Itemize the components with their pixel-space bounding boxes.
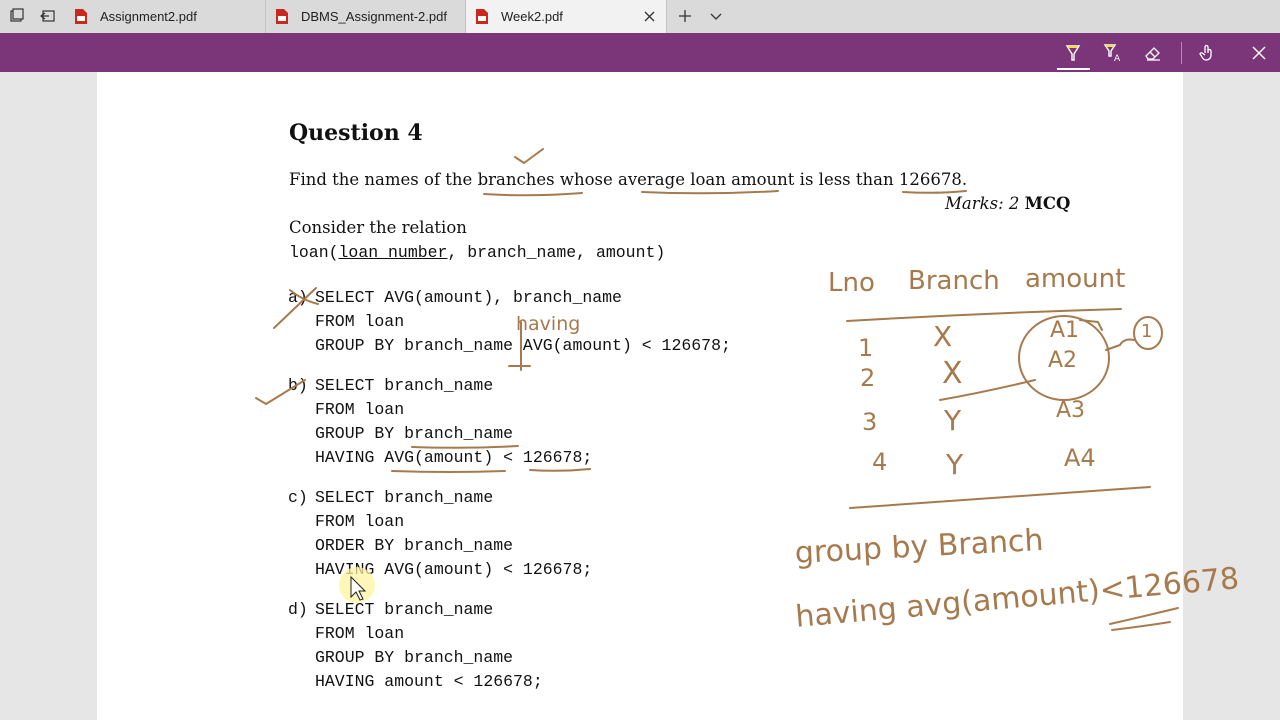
handwritten-header-amount: amount [1025,264,1126,294]
new-tab-icon[interactable] [677,8,693,24]
option-line: SELECT AVG(amount), branch_name [315,288,622,307]
option-line: SELECT branch_name [315,488,494,507]
handwritten-cell: A4 [1064,444,1096,472]
relation-schema: loan(loan_number, branch_name, amount) [289,243,666,262]
option-line: GROUP BY branch_name [315,648,514,667]
ink-toolbar: A [0,33,1280,72]
pdf-file-icon [75,9,87,24]
eraser-icon[interactable] [1143,43,1163,63]
text-highlight-icon[interactable]: A [1103,43,1123,63]
question-type: MCQ [1024,194,1071,213]
svg-text:A: A [1114,54,1121,63]
primary-key: loan_number [338,243,448,262]
option-line: FROM loan [315,512,405,531]
option-line: FROM loan [315,624,405,643]
active-tool-indicator [1057,68,1090,70]
pdf-file-icon [476,9,488,24]
close-icon[interactable] [1249,43,1269,63]
option-line: ORDER BY branch_name [315,536,514,555]
handwritten-cell: X [933,320,953,353]
handwritten-cell: X [942,356,963,391]
pdf-file-icon [276,9,288,24]
handwritten-cell: 3 [862,408,878,436]
close-tab-icon[interactable] [643,10,656,23]
highlighter-icon[interactable] [1063,43,1083,63]
option-line: FROM loan [315,400,405,419]
option-line: FROM loan [315,312,405,331]
option-line: SELECT branch_name [315,376,494,395]
option-line: HAVING amount < 126678; [315,672,543,691]
tab-assignment2[interactable]: Assignment2.pdf [65,0,266,33]
toolbar-divider [1181,42,1182,64]
option-letter: c) [288,488,308,507]
tab-label: Week2.pdf [501,9,563,24]
handwritten-cell: 1 [858,334,874,362]
option-letter: d) [288,600,308,619]
handwritten-circled-number: 1 [1141,321,1153,342]
option-letter: a) [288,288,308,307]
handwritten-cell: A1 [1050,318,1080,343]
tab-preview-icon[interactable] [9,8,25,24]
tab-week2[interactable]: Week2.pdf [466,0,667,33]
chevron-down-icon[interactable] [708,8,724,24]
tab-label: DBMS_Assignment-2.pdf [301,9,447,24]
relation-intro: Consider the relation [289,218,467,237]
option-letter: b) [288,376,308,395]
handwritten-cell: A2 [1048,348,1078,373]
handwritten-header-branch: Branch [908,266,1000,296]
handwritten-having: having [516,313,581,335]
handwritten-cell: A3 [1056,398,1086,423]
option-line: HAVING AVG(amount) < 126678; [315,448,593,467]
handwritten-cell: Y [946,448,964,481]
marks-label: Marks: 2 MCQ [945,194,1071,213]
handwritten-cell: 4 [872,448,888,476]
option-line: GROUP BY branch_name AVG(amount) < 12667… [315,336,731,355]
touch-writing-icon[interactable] [1197,43,1217,63]
question-prompt: Find the names of the branches whose ave… [289,170,968,189]
tab-label: Assignment2.pdf [100,9,197,24]
handwritten-header-lno: Lno [828,268,875,298]
tab-bar: Assignment2.pdf DBMS_Assignment-2.pdf We… [0,0,1280,34]
handwritten-cell: Y [944,404,962,437]
option-line: GROUP BY branch_name [315,424,514,443]
handwritten-cell: 2 [860,364,876,392]
set-aside-tabs-icon[interactable] [40,8,56,24]
option-line: SELECT branch_name [315,600,494,619]
tab-dbms-assignment-2[interactable]: DBMS_Assignment-2.pdf [266,0,466,33]
question-title: Question 4 [289,120,423,146]
option-line: HAVING AVG(amount) < 126678; [315,560,593,579]
